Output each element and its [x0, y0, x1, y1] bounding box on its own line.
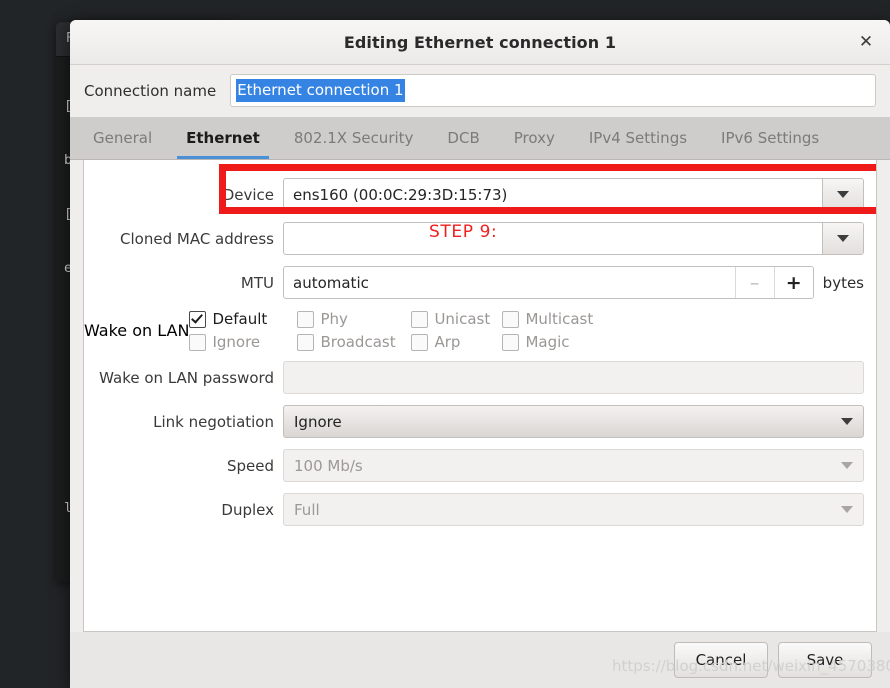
tab-802-1x-security[interactable]: 802.1X Security	[277, 118, 431, 159]
checkbox-icon	[411, 310, 429, 328]
duplex-label: Duplex	[221, 500, 274, 519]
speed-row: Speed 100 Mb/s	[84, 449, 876, 482]
checkbox-label: Broadcast	[320, 333, 396, 351]
mtu-value: automatic	[293, 273, 369, 292]
device-row: Device ens160 (00:0C:29:3D:15:73)	[84, 178, 876, 211]
tab-dcb[interactable]: DCB	[430, 118, 496, 159]
connection-name-input[interactable]: Ethernet connection 1	[230, 74, 876, 107]
checkbox-icon	[189, 333, 207, 351]
checkbox-ignore[interactable]: Ignore	[189, 333, 297, 351]
tab-general[interactable]: General	[76, 118, 169, 159]
mtu-stepper[interactable]: automatic – +	[283, 266, 814, 299]
cloned-mac-combobox[interactable]	[283, 222, 864, 255]
checkbox-phy[interactable]: Phy	[297, 310, 411, 328]
checkbox-label: Multicast	[525, 310, 594, 328]
wake-on-lan-label: Wake on LAN	[84, 321, 190, 340]
duplex-row: Duplex Full	[84, 493, 876, 526]
tab-ipv4-settings[interactable]: IPv4 Settings	[572, 118, 704, 159]
duplex-select: Full	[283, 493, 864, 526]
device-label: Device	[222, 185, 274, 204]
checkbox-icon	[297, 310, 315, 328]
wake-on-lan-row: Wake on LAN Default Phy Unicast Multicas…	[84, 310, 876, 351]
duplex-value: Full	[294, 500, 320, 519]
checkbox-icon	[502, 333, 520, 351]
link-negotiation-label: Link negotiation	[153, 412, 274, 431]
checkbox-broadcast[interactable]: Broadcast	[297, 333, 411, 351]
edit-connection-dialog: Editing Ethernet connection 1 ✕ Connecti…	[70, 20, 890, 688]
checkbox-multicast[interactable]: Multicast	[502, 310, 602, 328]
checkbox-icon	[502, 310, 520, 328]
link-negotiation-value: Ignore	[294, 412, 342, 431]
connection-name-label: Connection name	[84, 81, 217, 100]
wol-password-row: Wake on LAN password	[84, 361, 876, 394]
mtu-row: MTU automatic – + bytes	[84, 266, 876, 299]
wol-password-label: Wake on LAN password	[99, 368, 274, 387]
checkbox-arp[interactable]: Arp	[411, 333, 502, 351]
device-combobox[interactable]: ens160 (00:0C:29:3D:15:73)	[283, 178, 864, 211]
tab-bar: General Ethernet 802.1X Security DCB Pro…	[70, 117, 890, 160]
connection-name-row: Connection name Ethernet connection 1	[70, 65, 890, 117]
checkbox-label: Ignore	[212, 333, 261, 351]
chevron-down-icon[interactable]	[822, 179, 863, 210]
wol-password-input[interactable]	[283, 361, 864, 394]
cancel-button[interactable]: Cancel	[674, 642, 768, 678]
link-negotiation-row: Link negotiation Ignore	[84, 405, 876, 438]
checkbox-label: Unicast	[434, 310, 491, 328]
checkbox-icon	[411, 333, 429, 351]
tab-ethernet[interactable]: Ethernet	[169, 118, 277, 159]
mtu-increment-button[interactable]: +	[773, 267, 813, 298]
checkbox-unicast[interactable]: Unicast	[411, 310, 502, 328]
chevron-down-icon	[841, 418, 853, 425]
chevron-down-icon	[841, 462, 853, 469]
dialog-title: Editing Ethernet connection 1	[343, 32, 617, 52]
checkbox-label: Magic	[525, 333, 570, 351]
chevron-down-icon	[841, 506, 853, 513]
tab-proxy[interactable]: Proxy	[497, 118, 572, 159]
dialog-action-bar: Cancel Save	[70, 632, 890, 688]
ethernet-tab-panel: Device ens160 (00:0C:29:3D:15:73) Cloned…	[83, 160, 877, 632]
checkbox-icon	[297, 333, 315, 351]
checkbox-label: Phy	[320, 310, 348, 328]
device-value: ens160 (00:0C:29:3D:15:73)	[293, 185, 508, 204]
checkbox-label: Arp	[434, 333, 461, 351]
mtu-label: MTU	[240, 273, 274, 292]
cloned-mac-value	[284, 223, 822, 254]
mtu-unit-label: bytes	[822, 273, 864, 292]
checkbox-label: Default	[212, 310, 268, 328]
chevron-down-icon[interactable]	[822, 223, 863, 254]
checkbox-icon	[189, 310, 207, 328]
checkbox-default[interactable]: Default	[189, 310, 297, 328]
tab-ipv6-settings[interactable]: IPv6 Settings	[704, 118, 836, 159]
save-button[interactable]: Save	[778, 642, 872, 678]
speed-label: Speed	[226, 456, 274, 475]
cloned-mac-label: Cloned MAC address	[120, 229, 274, 248]
dialog-titlebar: Editing Ethernet connection 1 ✕	[70, 20, 890, 65]
close-icon[interactable]: ✕	[852, 28, 880, 56]
link-negotiation-select[interactable]: Ignore	[283, 405, 864, 438]
step-annotation: STEP 9:	[429, 222, 498, 242]
speed-select: 100 Mb/s	[283, 449, 864, 482]
connection-name-value: Ethernet connection 1	[236, 79, 405, 102]
mtu-decrement-button[interactable]: –	[734, 267, 774, 298]
speed-value: 100 Mb/s	[294, 456, 363, 475]
checkbox-magic[interactable]: Magic	[502, 333, 602, 351]
